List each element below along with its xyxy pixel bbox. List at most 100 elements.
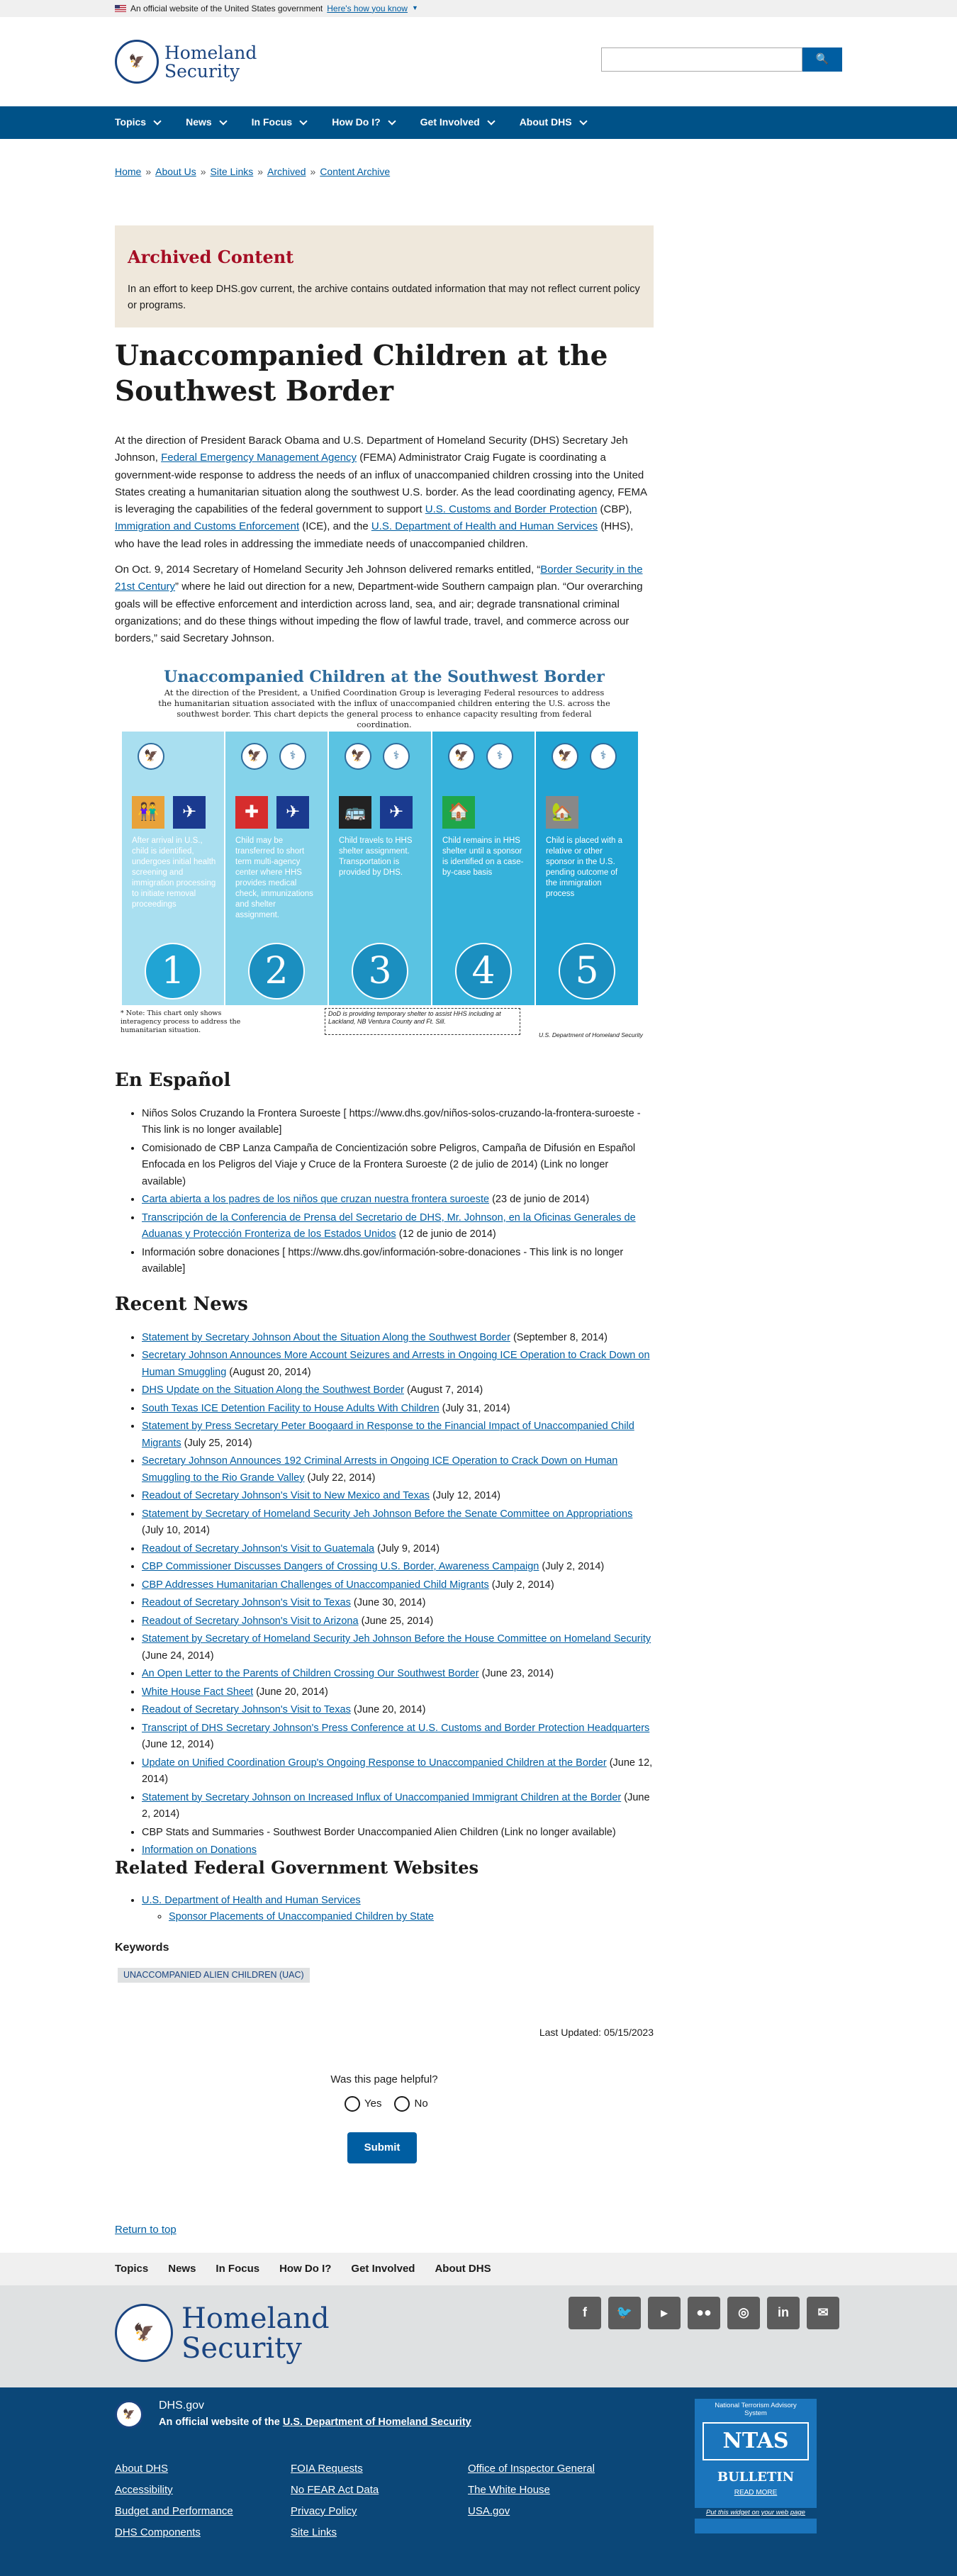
chevron-down-icon — [299, 117, 308, 125]
nav-item-topics[interactable]: Topics — [115, 115, 162, 130]
footer-link[interactable]: The White House — [468, 2484, 550, 2496]
heres-how-you-know-link[interactable]: Here's how you know — [327, 2, 408, 16]
nav-label: How Do I? — [332, 116, 381, 128]
breadcrumb-site-links[interactable]: Site Links — [211, 164, 254, 180]
footer-link[interactable]: DHS Components — [115, 2526, 201, 2538]
nav-item-about-dhs[interactable]: About DHS — [520, 115, 588, 130]
nav-item-how-do-i[interactable]: How Do I? — [332, 115, 396, 130]
news-link[interactable]: Secretary Johnson Announces 192 Criminal… — [142, 1455, 617, 1483]
ntas-read-more[interactable]: READ MORE — [695, 2487, 817, 2499]
email-icon[interactable]: ✉ — [807, 2297, 839, 2329]
archived-notice: Archived Content In an effort to keep DH… — [115, 225, 654, 327]
footer-link[interactable]: USA.gov — [468, 2505, 510, 2517]
list-item: Información sobre donaciones [ https://w… — [142, 1245, 655, 1278]
nav-item-get-involved[interactable]: Get Involved — [420, 115, 496, 130]
espanol-link[interactable]: Carta abierta a los padres de los niños … — [142, 1194, 489, 1205]
list-item: Readout of Secretary Johnson's Visit to … — [142, 1488, 655, 1504]
twitter-icon[interactable]: 🐦 — [608, 2297, 641, 2329]
breadcrumb-about-us[interactable]: About Us — [155, 164, 196, 180]
hhs-seal-icon: ⚕ — [590, 743, 617, 770]
dhs-seal-icon[interactable]: 🦅 — [115, 40, 159, 84]
yes-radio[interactable] — [345, 2095, 360, 2112]
nav-item-in-focus[interactable]: In Focus — [252, 115, 308, 130]
site-logo[interactable]: Homeland Security — [164, 43, 257, 82]
dhs-seal-icon[interactable]: 🦅 — [115, 2304, 173, 2362]
list-item: Readout of Secretary Johnson's Visit to … — [142, 1702, 655, 1718]
news-date: (July 10, 2014) — [142, 1525, 210, 1537]
news-link[interactable]: Update on Unified Coordination Group's O… — [142, 1757, 607, 1769]
breadcrumb-archived[interactable]: Archived — [267, 164, 306, 180]
submit-button[interactable]: Submit — [347, 2132, 417, 2163]
footer-link[interactable]: No FEAR Act Data — [291, 2484, 379, 2496]
step-number: 4 — [455, 943, 512, 999]
linkedin-icon[interactable]: in — [767, 2297, 800, 2329]
news-link[interactable]: An Open Letter to the Parents of Childre… — [142, 1668, 479, 1679]
related-list: U.S. Department of Health and Human Serv… — [142, 1893, 655, 1927]
step-icon: 🚌 — [339, 796, 371, 829]
footer-link[interactable]: Site Links — [291, 2526, 337, 2538]
footer-logo[interactable]: Homeland Security — [181, 2304, 330, 2363]
fema-link[interactable]: Federal Emergency Management Agency — [161, 452, 357, 464]
footer-col-2: FOIA Requests No FEAR Act Data Privacy P… — [291, 2458, 379, 2543]
news-link[interactable]: Statement by Secretary Johnson About the… — [142, 1332, 510, 1343]
ice-link[interactable]: Immigration and Customs Enforcement — [115, 520, 299, 532]
news-link[interactable]: Readout of Secretary Johnson's Visit to … — [142, 1490, 430, 1501]
footer-nav-topics[interactable]: Topics — [115, 2261, 148, 2277]
facebook-icon[interactable]: f — [569, 2297, 601, 2329]
espanol-link[interactable]: Transcripción de la Conferencia de Prens… — [142, 1212, 636, 1240]
footer-nav-in-focus[interactable]: In Focus — [216, 2261, 259, 2277]
breadcrumb-content-archive[interactable]: Content Archive — [320, 164, 390, 180]
list-item: Statement by Secretary of Homeland Secur… — [142, 1631, 655, 1664]
news-link[interactable]: Readout of Secretary Johnson's Visit to … — [142, 1597, 351, 1608]
footer-link[interactable]: Privacy Policy — [291, 2505, 357, 2517]
chevron-down-icon — [578, 117, 588, 125]
footer-nav-news[interactable]: News — [168, 2261, 196, 2277]
footer-link[interactable]: Budget and Performance — [115, 2505, 233, 2517]
chevron-down-icon — [487, 117, 496, 125]
step-text: After arrival in U.S., child is identifi… — [132, 836, 216, 909]
news-date: (July 2, 2014) — [491, 1579, 554, 1591]
news-date: (August 7, 2014) — [407, 1384, 483, 1396]
search-input[interactable] — [601, 47, 802, 72]
no-radio[interactable] — [394, 2095, 410, 2112]
news-link[interactable]: Readout of Secretary Johnson's Visit to … — [142, 1543, 374, 1555]
footer-nav-about-dhs[interactable]: About DHS — [435, 2261, 491, 2277]
dhs-link[interactable]: U.S. Department of Homeland Security — [283, 2417, 471, 2428]
news-link[interactable]: CBP Commissioner Discusses Dangers of Cr… — [142, 1561, 539, 1572]
footer-link[interactable]: About DHS — [115, 2463, 168, 2475]
ntas-logo: NTAS — [703, 2421, 809, 2460]
news-link[interactable]: Readout of Secretary Johnson's Visit to … — [142, 1704, 351, 1715]
footer-link[interactable]: Accessibility — [115, 2484, 173, 2496]
footer-nav-how-do-i[interactable]: How Do I? — [279, 2261, 331, 2277]
flickr-icon[interactable]: ●● — [688, 2297, 720, 2329]
nav-item-news[interactable]: News — [186, 115, 228, 130]
keyword-tag[interactable]: UNACCOMPANIED ALIEN CHILDREN (UAC) — [118, 1968, 310, 1983]
instagram-icon[interactable]: ◎ — [727, 2297, 760, 2329]
news-link[interactable]: Secretary Johnson Announces More Account… — [142, 1350, 650, 1377]
footer-nav-get-involved[interactable]: Get Involved — [351, 2261, 415, 2277]
cbp-link[interactable]: U.S. Customs and Border Protection — [425, 503, 598, 515]
hhs-link[interactable]: U.S. Department of Health and Human Serv… — [371, 520, 598, 532]
news-link[interactable]: Readout of Secretary Johnson's Visit to … — [142, 1615, 359, 1627]
news-date: (July 22, 2014) — [307, 1472, 376, 1484]
news-link[interactable]: Statement by Secretary of Homeland Secur… — [142, 1508, 632, 1520]
news-link[interactable]: DHS Update on the Situation Along the So… — [142, 1384, 404, 1396]
breadcrumb-home[interactable]: Home — [115, 164, 141, 180]
footer-link[interactable]: Office of Inspector General — [468, 2463, 595, 2475]
ntas-widget[interactable]: National Terrorism Advisory System NTAS … — [695, 2399, 817, 2533]
news-link[interactable]: White House Fact Sheet — [142, 1686, 253, 1698]
news-link[interactable]: Statement by Secretary of Homeland Secur… — [142, 1633, 651, 1645]
news-link[interactable]: CBP Addresses Humanitarian Challenges of… — [142, 1579, 489, 1591]
news-link[interactable]: Transcript of DHS Secretary Johnson's Pr… — [142, 1723, 649, 1734]
list-item: U.S. Department of Health and Human Serv… — [142, 1893, 655, 1926]
return-to-top-link[interactable]: Return to top — [115, 2222, 177, 2238]
sponsor-placements-link[interactable]: Sponsor Placements of Unaccompanied Chil… — [169, 1911, 434, 1922]
youtube-icon[interactable]: ▶ — [648, 2297, 681, 2329]
news-link[interactable]: Statement by Secretary Johnson on Increa… — [142, 1792, 621, 1803]
search-button[interactable]: 🔍 — [802, 47, 842, 72]
footer-link[interactable]: FOIA Requests — [291, 2463, 363, 2475]
hhs-website-link[interactable]: U.S. Department of Health and Human Serv… — [142, 1895, 361, 1906]
footer-col-1: About DHS Accessibility Budget and Perfo… — [115, 2458, 233, 2543]
news-link[interactable]: South Texas ICE Detention Facility to Ho… — [142, 1403, 440, 1414]
ntas-widget-link[interactable]: Put this widget on your web page — [695, 2508, 817, 2519]
